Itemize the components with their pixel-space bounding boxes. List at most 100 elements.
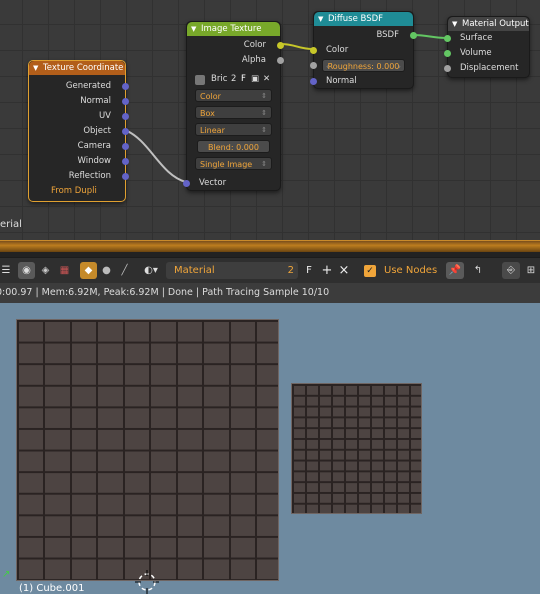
material-users[interactable]: 2	[288, 262, 294, 279]
image-name[interactable]: Bric	[211, 72, 227, 87]
shader-nodes-icon[interactable]: ◉	[18, 262, 35, 279]
brick-plane-small[interactable]	[291, 383, 422, 514]
unlink-material-button[interactable]: ×	[337, 262, 351, 279]
socket-icon[interactable]	[310, 78, 317, 85]
output-camera[interactable]: Camera	[29, 139, 129, 154]
color-space-dropdown[interactable]: Color ⇕	[195, 89, 272, 102]
node-header[interactable]: ▼ Image Texture	[187, 22, 280, 36]
output-window[interactable]: Window	[29, 154, 129, 169]
3d-cursor-icon[interactable]	[135, 570, 159, 594]
socket-icon[interactable]	[122, 98, 129, 105]
interpolation-dropdown[interactable]: Linear ⇕	[195, 123, 272, 136]
node-title: Image Texture	[201, 24, 262, 34]
collapse-icon[interactable]: ▼	[191, 22, 196, 36]
input-normal[interactable]: Normal	[310, 74, 413, 89]
output-generated[interactable]: Generated	[29, 79, 129, 94]
compositor-nodes-icon[interactable]: ◈	[37, 262, 54, 279]
decrement-icon[interactable]: ‹	[326, 60, 329, 73]
socket-icon[interactable]	[310, 47, 317, 54]
node-header[interactable]: ▼ Material Output	[448, 17, 529, 31]
image-selector[interactable]: Bric 2 F ▣ ✕	[187, 72, 280, 87]
use-nodes-label[interactable]: Use Nodes	[384, 262, 437, 279]
extension-row: Single Image ⇕	[187, 155, 280, 172]
socket-label: Camera	[77, 141, 111, 151]
from-dupli-checkbox[interactable]: From Dupli	[29, 184, 125, 199]
socket-icon[interactable]	[444, 65, 451, 72]
node-diffuse-bsdf[interactable]: ▼ Diffuse BSDF BSDF Color ‹ Roughness: 0…	[310, 11, 417, 89]
unlink-icon[interactable]: ✕	[263, 72, 270, 87]
collapse-icon[interactable]: ▼	[318, 12, 323, 26]
blend-value: 0.000	[236, 143, 259, 152]
socket-icon[interactable]	[444, 35, 451, 42]
collapse-icon[interactable]: ▼	[33, 61, 38, 75]
output-color[interactable]: Color	[187, 38, 284, 53]
fake-user-button[interactable]: F	[302, 262, 316, 279]
3d-viewport[interactable]: ↗ (1) Cube.001	[0, 303, 540, 594]
snap-mode-icon[interactable]: ⊞	[522, 262, 540, 279]
image-browse-icon[interactable]	[195, 75, 205, 85]
object-shader-icon[interactable]: ◆	[80, 262, 97, 279]
socket-icon[interactable]	[122, 158, 129, 165]
socket-icon[interactable]	[410, 32, 417, 39]
node-image-texture[interactable]: ▼ Image Texture Color Alpha Bric 2 F ▣ ✕…	[183, 21, 284, 191]
blend-field[interactable]: Blend: 0.000	[197, 140, 270, 153]
input-color[interactable]: Color	[310, 43, 413, 58]
node-header[interactable]: ▼ Diffuse BSDF	[314, 12, 413, 26]
socket-icon[interactable]	[122, 173, 129, 180]
texture-nodes-icon[interactable]: ▦	[56, 262, 73, 279]
socket-icon[interactable]	[122, 128, 129, 135]
projection-row: Box ⇕	[187, 104, 280, 121]
output-reflection[interactable]: Reflection	[29, 169, 129, 184]
projection-dropdown[interactable]: Box ⇕	[195, 106, 272, 119]
link-bsdf-surface	[412, 34, 448, 39]
socket-label: Window	[77, 156, 111, 166]
menu-icon[interactable]: ☰	[0, 262, 12, 279]
dropdown-arrows-icon: ⇕	[261, 109, 267, 117]
input-surface[interactable]: Surface	[444, 31, 529, 46]
fake-user-button[interactable]: F	[241, 72, 246, 87]
node-material-output[interactable]: ▼ Material Output Surface Volume Displac…	[444, 16, 530, 78]
socket-icon[interactable]	[277, 57, 284, 64]
parent-node-tree-icon[interactable]: ↰	[470, 262, 486, 279]
node-editor[interactable]: ▼ Texture Coordinate Generated Normal UV…	[0, 0, 540, 240]
roughness-row: ‹ Roughness: 0.000 ›	[310, 58, 413, 74]
socket-icon[interactable]	[277, 42, 284, 49]
new-material-button[interactable]: +	[320, 262, 334, 279]
dropdown-arrows-icon: ⇕	[261, 126, 267, 134]
output-uv[interactable]: UV	[29, 109, 129, 124]
dropdown-arrows-icon: ⇕	[261, 92, 267, 100]
socket-icon[interactable]	[122, 113, 129, 120]
image-users[interactable]: 2	[231, 72, 236, 87]
world-shader-icon[interactable]: ●	[98, 262, 115, 279]
socket-icon[interactable]	[310, 62, 317, 69]
collapse-icon[interactable]: ▼	[452, 17, 457, 31]
open-image-icon[interactable]: ▣	[251, 72, 259, 87]
use-nodes-checkbox[interactable]: ✓	[364, 265, 376, 277]
output-bsdf[interactable]: BSDF	[314, 28, 417, 43]
material-browse-icon[interactable]: ◐▾	[140, 262, 162, 279]
material-name-field[interactable]: Material 2	[166, 262, 298, 279]
socket-icon[interactable]	[122, 143, 129, 150]
linestyle-icon[interactable]: ╱	[116, 262, 133, 279]
brick-plane-large[interactable]	[16, 319, 279, 581]
input-vector[interactable]: Vector	[183, 176, 280, 191]
extension-dropdown[interactable]: Single Image ⇕	[195, 157, 272, 170]
roughness-field[interactable]: ‹ Roughness: 0.000 ›	[322, 59, 405, 72]
input-displacement[interactable]: Displacement	[444, 61, 529, 76]
socket-icon[interactable]	[183, 180, 190, 187]
socket-icon[interactable]	[122, 83, 129, 90]
socket-label: Alpha	[241, 55, 266, 65]
output-alpha[interactable]: Alpha	[187, 53, 284, 68]
output-object[interactable]: Object	[29, 124, 129, 139]
node-texture-coordinate[interactable]: ▼ Texture Coordinate Generated Normal UV…	[28, 60, 129, 202]
socket-icon[interactable]	[444, 50, 451, 57]
render-status-bar: 0:00.97 | Mem:6.92M, Peak:6.92M | Done |…	[0, 283, 540, 303]
node-header[interactable]: ▼ Texture Coordinate	[29, 61, 125, 75]
pin-icon[interactable]: 📌	[446, 262, 464, 279]
output-normal[interactable]: Normal	[29, 94, 129, 109]
socket-label: Normal	[80, 96, 111, 106]
input-volume[interactable]: Volume	[444, 46, 529, 61]
node-editor-header: ☰ ◉ ◈ ▦ ◆ ● ╱ ◐▾ Material 2 F + × ✓ Use …	[0, 257, 540, 283]
increment-icon[interactable]: ›	[398, 60, 401, 73]
snap-icon[interactable]: ⎆	[502, 262, 520, 279]
